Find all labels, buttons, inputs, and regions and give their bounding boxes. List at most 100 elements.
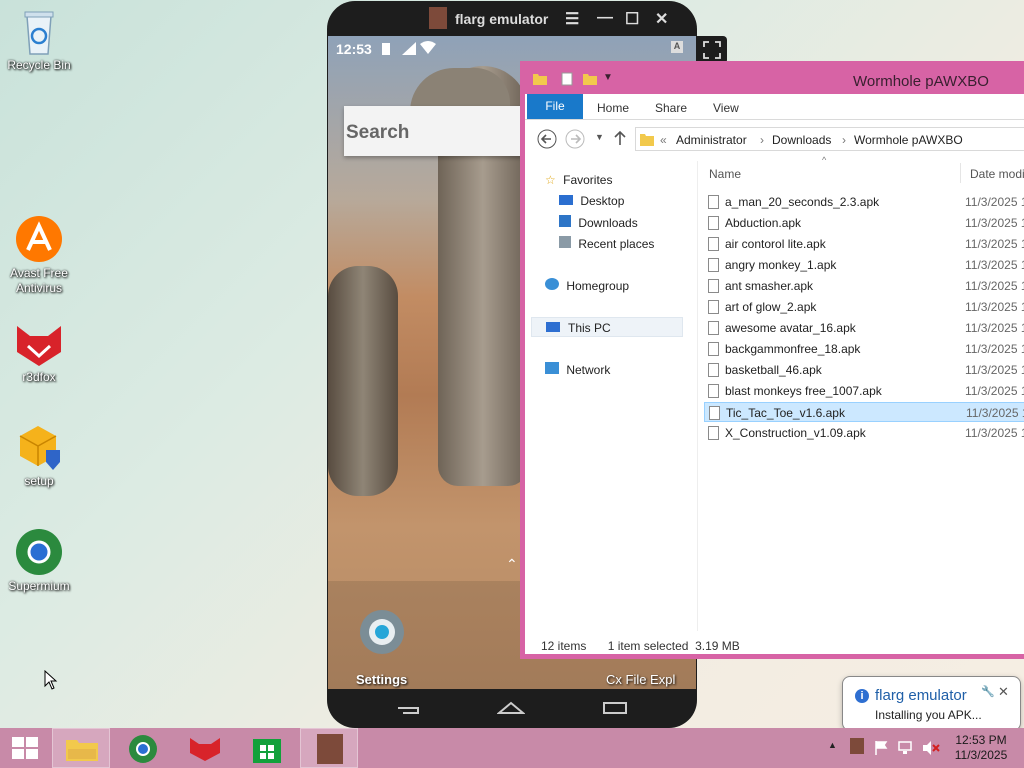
info-icon: i xyxy=(855,689,869,703)
taskbar-clock[interactable]: 12:53 PM 11/3/2025 xyxy=(951,733,1011,763)
explorer-title: Wormhole pAWXBO xyxy=(853,73,989,90)
file-row[interactable]: backgammonfree_18.apk 11/3/2025 1 xyxy=(704,339,1024,359)
tab-view[interactable]: View xyxy=(713,101,739,115)
file-list: ^ Name Date modif a_man_20_seconds_2.3.a… xyxy=(697,155,1024,631)
file-explorer-app-label[interactable]: Cx File Expl xyxy=(606,672,675,687)
file-name: Tic_Tac_Toe_v1.6.apk xyxy=(726,406,845,420)
taskbar-flarg-emulator[interactable] xyxy=(300,728,358,768)
file-name: Abduction.apk xyxy=(725,216,802,230)
close-button[interactable]: ✕ xyxy=(655,9,668,29)
emulator-titlebar[interactable]: flarg emulator ☰ — ☐ ✕ xyxy=(327,1,697,37)
column-header-date[interactable]: Date modif xyxy=(970,167,1024,181)
file-row[interactable]: basketball_46.apk 11/3/2025 1 xyxy=(704,360,1024,380)
nav-recent-places[interactable]: Recent places xyxy=(559,236,654,251)
apk-file-icon xyxy=(708,216,719,230)
nav-network[interactable]: Network xyxy=(545,362,610,377)
explorer-titlebar[interactable]: ▼ Wormhole pAWXBO xyxy=(525,66,1024,94)
forward-arrow-icon[interactable] xyxy=(565,129,585,149)
file-name: angry monkey_1.apk xyxy=(725,258,837,272)
apk-file-icon xyxy=(708,258,719,272)
nav-homegroup[interactable]: Homegroup xyxy=(545,278,629,293)
desktop-icon-avast[interactable]: Avast Free Antivirus xyxy=(0,214,78,296)
properties-icon[interactable] xyxy=(561,72,573,86)
file-row[interactable]: X_Construction_v1.09.apk 11/3/2025 1 xyxy=(704,423,1024,443)
close-icon[interactable]: ✕ xyxy=(998,684,1009,700)
desktop-icon-setup[interactable]: setup xyxy=(0,424,78,489)
flarg-tray-icon[interactable] xyxy=(850,738,864,754)
file-row[interactable]: ant smasher.apk 11/3/2025 1 xyxy=(704,276,1024,296)
nav-label: Downloads xyxy=(578,216,638,230)
r3dfox-icon xyxy=(17,326,61,366)
nav-this-pc[interactable]: This PC xyxy=(531,317,683,337)
navigation-pane: ☆ Favorites Desktop Downloads Recent pla… xyxy=(525,161,690,631)
file-row[interactable]: awesome avatar_16.apk 11/3/2025 1 xyxy=(704,318,1024,338)
menu-icon[interactable]: ☰ xyxy=(565,9,579,29)
new-folder-icon[interactable] xyxy=(583,72,597,85)
file-name: X_Construction_v1.09.apk xyxy=(725,426,866,440)
quick-access-dropdown-icon[interactable]: ▼ xyxy=(603,72,613,83)
desktop-icon-supermium[interactable]: Supermium xyxy=(0,527,78,594)
tab-file[interactable]: File xyxy=(527,94,583,119)
tab-share[interactable]: Share xyxy=(655,101,687,115)
nav-label: Desktop xyxy=(580,194,625,208)
desktop-icon-label: setup xyxy=(24,474,54,488)
file-date-modified: 11/3/2025 1 xyxy=(965,300,1024,314)
status-time: 12:53 xyxy=(336,41,372,57)
file-row[interactable]: Abduction.apk 11/3/2025 1 xyxy=(704,213,1024,233)
file-name: basketball_46.apk xyxy=(725,363,822,377)
file-row[interactable]: blast monkeys free_1007.apk 11/3/2025 1 xyxy=(704,381,1024,401)
chevron-up-icon[interactable]: ⌃ xyxy=(506,556,518,573)
recents-button-icon[interactable] xyxy=(602,701,628,715)
file-row[interactable]: a_man_20_seconds_2.3.apk 11/3/2025 1 xyxy=(704,192,1024,212)
maximize-button[interactable]: ☐ xyxy=(625,9,639,29)
show-hidden-icons-chevron-icon[interactable]: ▲ xyxy=(828,740,837,750)
tab-home[interactable]: Home xyxy=(597,101,629,115)
file-name: backgammonfree_18.apk xyxy=(725,342,861,356)
wifi-icon xyxy=(420,41,436,54)
recent-locations-chevron-icon[interactable]: ▼ xyxy=(595,132,604,142)
file-date-modified: 11/3/2025 1 xyxy=(965,279,1024,293)
taskbar-supermium[interactable] xyxy=(114,728,172,768)
fullscreen-button[interactable] xyxy=(697,36,727,64)
column-header-name[interactable]: Name xyxy=(709,167,741,181)
settings-icon[interactable] xyxy=(356,606,408,658)
clock-time: 12:53 PM xyxy=(955,733,1007,747)
file-row[interactable]: art of glow_2.apk 11/3/2025 1 xyxy=(704,297,1024,317)
up-arrow-icon[interactable] xyxy=(613,130,627,146)
file-row[interactable]: angry monkey_1.apk 11/3/2025 1 xyxy=(704,255,1024,275)
file-name: ant smasher.apk xyxy=(725,279,814,293)
minimize-button[interactable]: — xyxy=(597,9,613,27)
breadcrumb-administrator[interactable]: Administrator xyxy=(676,133,747,147)
notification-toast[interactable]: i flarg emulator Installing you APK... 🔧… xyxy=(842,676,1021,731)
file-row[interactable]: air contorol lite.apk 11/3/2025 1 xyxy=(704,234,1024,254)
flag-icon[interactable] xyxy=(874,740,888,756)
desktop-icon-r3dfox[interactable]: r3dfox xyxy=(0,322,78,385)
taskbar-store[interactable] xyxy=(238,728,296,768)
file-row[interactable]: Tic_Tac_Toe_v1.6.apk 11/3/2025 1 xyxy=(704,402,1024,422)
taskbar-r3dfox[interactable] xyxy=(176,728,234,768)
start-button[interactable] xyxy=(0,728,58,768)
volume-muted-icon[interactable] xyxy=(922,740,940,756)
address-row: ▼ « Administrator › Downloads › Wormhole… xyxy=(525,122,1024,156)
home-button-icon[interactable] xyxy=(497,701,525,715)
address-bar[interactable]: « Administrator › Downloads › Wormhole p… xyxy=(635,127,1024,151)
nav-favorites[interactable]: ☆ Favorites xyxy=(545,173,612,187)
breadcrumb-current-folder[interactable]: Wormhole pAWXBO xyxy=(854,133,963,147)
item-count: 12 items xyxy=(541,639,587,653)
recycle-bin-icon xyxy=(24,11,54,55)
nav-downloads[interactable]: Downloads xyxy=(559,215,638,230)
setup-icon xyxy=(19,426,60,470)
desktop-icon-recycle-bin[interactable]: Recycle Bin xyxy=(0,8,78,73)
nav-desktop[interactable]: Desktop xyxy=(559,194,624,208)
breadcrumb-overflow[interactable]: « xyxy=(660,133,667,147)
file-explorer-icon xyxy=(66,740,98,761)
search-widget[interactable]: Search xyxy=(344,106,524,156)
settings-label[interactable]: Settings xyxy=(356,672,407,687)
taskbar-file-explorer[interactable] xyxy=(52,728,110,768)
file-date-modified: 11/3/2025 1 xyxy=(965,363,1024,377)
breadcrumb-downloads[interactable]: Downloads xyxy=(772,133,831,147)
back-button-icon[interactable] xyxy=(395,701,421,715)
network-tray-icon[interactable] xyxy=(898,740,914,756)
wrench-icon[interactable]: 🔧 xyxy=(981,685,995,698)
back-arrow-icon[interactable] xyxy=(537,129,557,149)
